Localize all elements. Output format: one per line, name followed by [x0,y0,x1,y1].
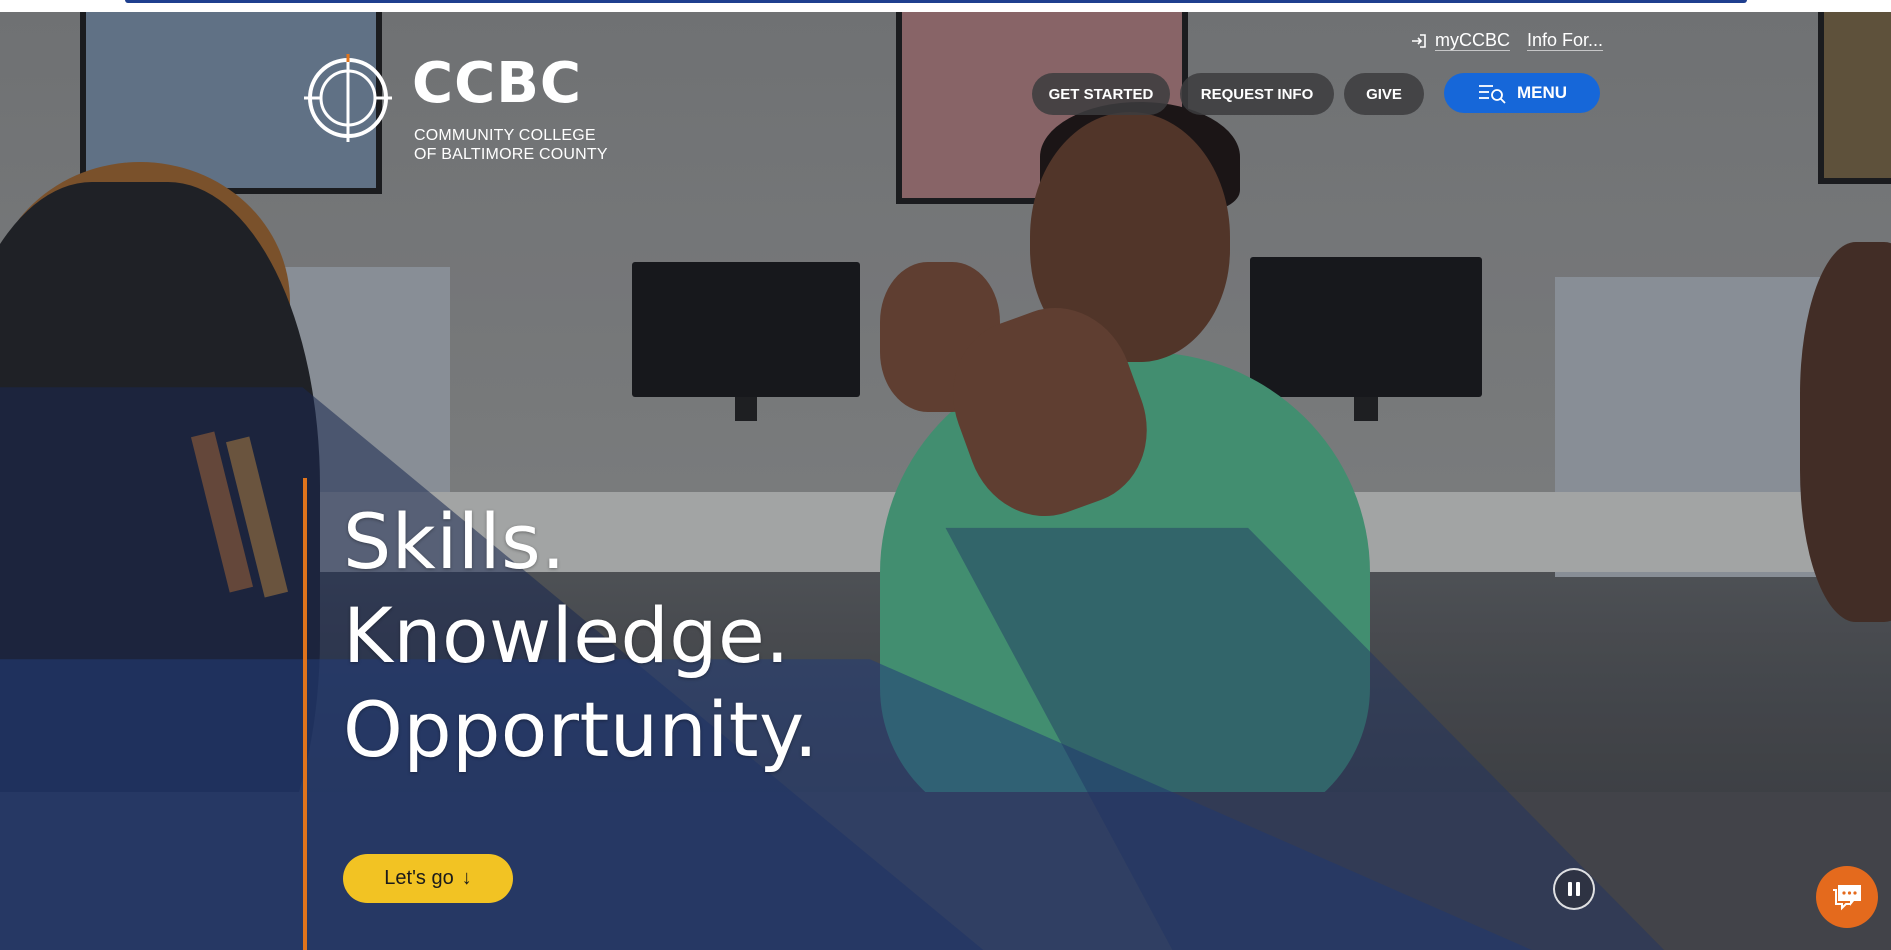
ccbc-seal-icon [304,54,392,142]
pause-icon-bar [1576,882,1580,896]
give-button[interactable]: GIVE [1344,73,1424,115]
headline-line-knowledge: Knowledge. [343,591,790,680]
request-info-button[interactable]: REQUEST INFO [1180,73,1334,115]
ccbc-logo-link[interactable]: CCBC COMMUNITY COLLEGE OF BALTIMORE COUN… [302,40,622,170]
info-for-link[interactable]: Info For... [1527,30,1603,51]
browser-top-bar [0,0,1891,12]
logo-wordmark: CCBC [412,51,582,116]
login-icon [1412,33,1426,48]
logo-subtitle-line1: COMMUNITY COLLEGE [414,127,596,144]
pause-video-button[interactable] [1553,868,1595,910]
top-accent-strip [125,0,1747,3]
hero-video-background [0,12,1891,950]
lets-go-label: Let's go [384,867,454,889]
hero-accent-line [303,478,307,950]
headline-line-skills: Skills. [343,497,566,586]
lets-go-button[interactable]: Let's go ↓ [343,854,513,903]
menu-search-icon [1478,85,1506,104]
pause-icon-bar [1568,882,1572,896]
menu-button[interactable]: MENU [1444,73,1600,113]
headline-line-opportunity: Opportunity. [343,685,819,774]
logo-subtitle: COMMUNITY COLLEGE OF BALTIMORE COUNTY [414,126,608,164]
my-ccbc-link[interactable]: myCCBC [1410,30,1510,51]
chat-button[interactable] [1816,866,1878,928]
my-ccbc-label: myCCBC [1435,30,1510,50]
chat-icon [1833,885,1861,911]
arrow-down-icon: ↓ [461,867,472,889]
get-started-button[interactable]: GET STARTED [1032,73,1170,115]
logo-subtitle-line2: OF BALTIMORE COUNTY [414,146,608,163]
hero-headline: Skills. Knowledge. Opportunity. [343,495,818,777]
menu-label: MENU [1516,83,1568,102]
